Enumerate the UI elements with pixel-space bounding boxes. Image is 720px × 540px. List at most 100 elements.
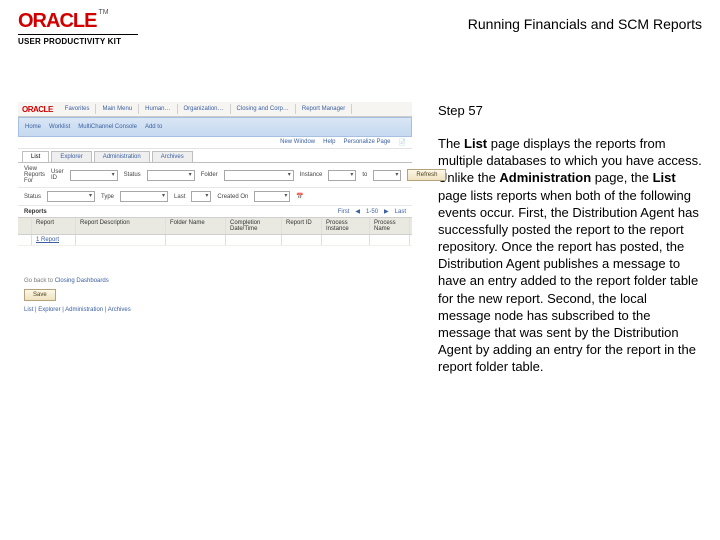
type-label: Type <box>101 194 114 200</box>
screenshot-column: ORACLE Favorites Main Menu Human… Organi… <box>18 102 412 375</box>
results-nav: Reports First ◀ 1-50 ▶ Last <box>18 206 412 217</box>
nav-link[interactable]: Home <box>25 124 41 130</box>
prev-icon[interactable]: ◀ <box>355 208 360 215</box>
tab-explorer[interactable]: Explorer <box>51 151 91 162</box>
created-input[interactable] <box>254 191 290 202</box>
save-row: Save <box>24 289 406 301</box>
nav-link[interactable]: Worklist <box>49 124 70 130</box>
row-folder <box>166 235 226 245</box>
row-cd <box>226 235 282 245</box>
page-tabs: List Explorer Administration Archives <box>18 149 412 163</box>
calendar-icon[interactable]: 📅 <box>296 193 303 200</box>
brand-block: ORACLE TM USER PRODUCTIVITY KIT <box>18 10 138 46</box>
col-completion[interactable]: Completion Date/Time <box>226 218 282 234</box>
status-select[interactable] <box>147 170 195 181</box>
bold-list-2: List <box>653 170 676 185</box>
oracle-logo: ORACLE TM <box>18 10 138 33</box>
last-link[interactable]: Last <box>395 209 406 215</box>
row-desc <box>76 235 166 245</box>
spacer <box>18 246 412 276</box>
col-select <box>18 218 32 234</box>
row-report[interactable]: 1 Report <box>32 235 76 245</box>
http-icon: 📄 <box>399 139 406 146</box>
type-select[interactable] <box>120 191 168 202</box>
bottom-tab-links[interactable]: List | Explorer | Administration | Archi… <box>18 304 412 316</box>
product-name: USER PRODUCTIVITY KIT <box>18 37 138 46</box>
col-procinst[interactable]: Process Instance <box>322 218 370 234</box>
bold-list-1: List <box>464 136 487 151</box>
filter-row-2: Status Type Last Created On 📅 <box>18 188 412 206</box>
go-back-row: Go back to Closing Dashboards <box>18 276 412 286</box>
content: ORACLE Favorites Main Menu Human… Organi… <box>18 102 702 375</box>
status-label-2: Status <box>24 194 41 200</box>
oracle-word: ORACLE <box>18 10 96 33</box>
nav-link[interactable]: Add to <box>145 124 162 130</box>
step-label: Step 57 <box>438 102 702 119</box>
app-screenshot: ORACLE Favorites Main Menu Human… Organi… <box>18 102 412 312</box>
col-desc[interactable]: Report Description <box>76 218 166 234</box>
col-reportid[interactable]: Report ID <box>282 218 322 234</box>
app-topbar: ORACLE Favorites Main Menu Human… Organi… <box>18 102 412 117</box>
instruction-text: The List page displays the reports from … <box>438 135 702 375</box>
col-report[interactable]: Report <box>32 218 76 234</box>
next-icon[interactable]: ▶ <box>384 208 389 215</box>
last-select[interactable] <box>191 191 211 202</box>
last-label: Last <box>174 194 185 200</box>
global-nav: Home Worklist MultiChannel Console Add t… <box>18 117 412 137</box>
txt: page lists reports when both of the foll… <box>438 188 699 375</box>
reports-label: Reports <box>24 209 47 215</box>
to-label: to <box>362 172 367 178</box>
range-label: 1-50 <box>366 209 378 215</box>
save-button[interactable]: Save <box>24 289 56 301</box>
row-rid <box>282 235 322 245</box>
instance-to[interactable] <box>373 170 401 181</box>
utility-row: New Window Help Personalize Page 📄 <box>18 137 412 149</box>
oracle-mini-logo: ORACLE <box>22 105 53 114</box>
crumb[interactable]: Human… <box>139 104 177 114</box>
brand-divider <box>18 34 138 35</box>
table-header: Report Report Description Folder Name Co… <box>18 217 412 235</box>
util-link[interactable]: Help <box>323 139 335 146</box>
row-pi <box>322 235 370 245</box>
txt: The <box>438 136 464 151</box>
refresh-button[interactable]: Refresh <box>407 169 446 181</box>
user-select[interactable] <box>70 170 118 181</box>
folder-select[interactable] <box>224 170 294 181</box>
bold-admin: Administration <box>499 170 591 185</box>
util-link[interactable]: Personalize Page <box>343 139 390 146</box>
header: ORACLE TM USER PRODUCTIVITY KIT Running … <box>18 10 702 46</box>
crumb[interactable]: Report Manager <box>296 104 352 114</box>
folder-label: Folder <box>201 172 218 178</box>
page: ORACLE TM USER PRODUCTIVITY KIT Running … <box>0 0 720 540</box>
row-pn <box>370 235 410 245</box>
tab-list[interactable]: List <box>22 151 49 162</box>
txt: page, the <box>591 170 652 185</box>
crumb[interactable]: Closing and Corp… <box>231 104 296 114</box>
created-label: Created On <box>217 194 248 200</box>
col-folder[interactable]: Folder Name <box>166 218 226 234</box>
crumb[interactable]: Organization… <box>178 104 231 114</box>
row-check[interactable] <box>18 235 32 245</box>
instance-label: Instance <box>300 172 323 178</box>
table-row[interactable]: 1 Report <box>18 235 412 246</box>
col-procname[interactable]: Process Name <box>370 218 410 234</box>
tab-archives[interactable]: Archives <box>152 151 193 162</box>
first-link[interactable]: First <box>338 209 350 215</box>
util-link[interactable]: New Window <box>280 139 315 146</box>
status-label: Status <box>124 172 141 178</box>
filter-row-1: View Reports For User ID Status Folder I… <box>18 163 412 188</box>
crumb[interactable]: Main Menu <box>96 104 139 114</box>
instruction-column: Step 57 The List page displays the repor… <box>438 102 702 375</box>
go-back-link[interactable]: Closing Dashboards <box>55 278 109 284</box>
status-select-2[interactable] <box>47 191 95 202</box>
nav-link[interactable]: MultiChannel Console <box>78 124 137 130</box>
view-label: View Reports For <box>24 166 45 184</box>
page-title: Running Financials and SCM Reports <box>468 10 702 32</box>
instance-from[interactable] <box>328 170 356 181</box>
tab-administration[interactable]: Administration <box>94 151 150 162</box>
crumb[interactable]: Favorites <box>59 104 97 114</box>
go-back-label: Go back to <box>24 278 53 284</box>
breadcrumb: Favorites Main Menu Human… Organization…… <box>59 104 352 114</box>
user-label: User ID <box>51 169 64 181</box>
trademark-symbol: TM <box>98 9 108 16</box>
